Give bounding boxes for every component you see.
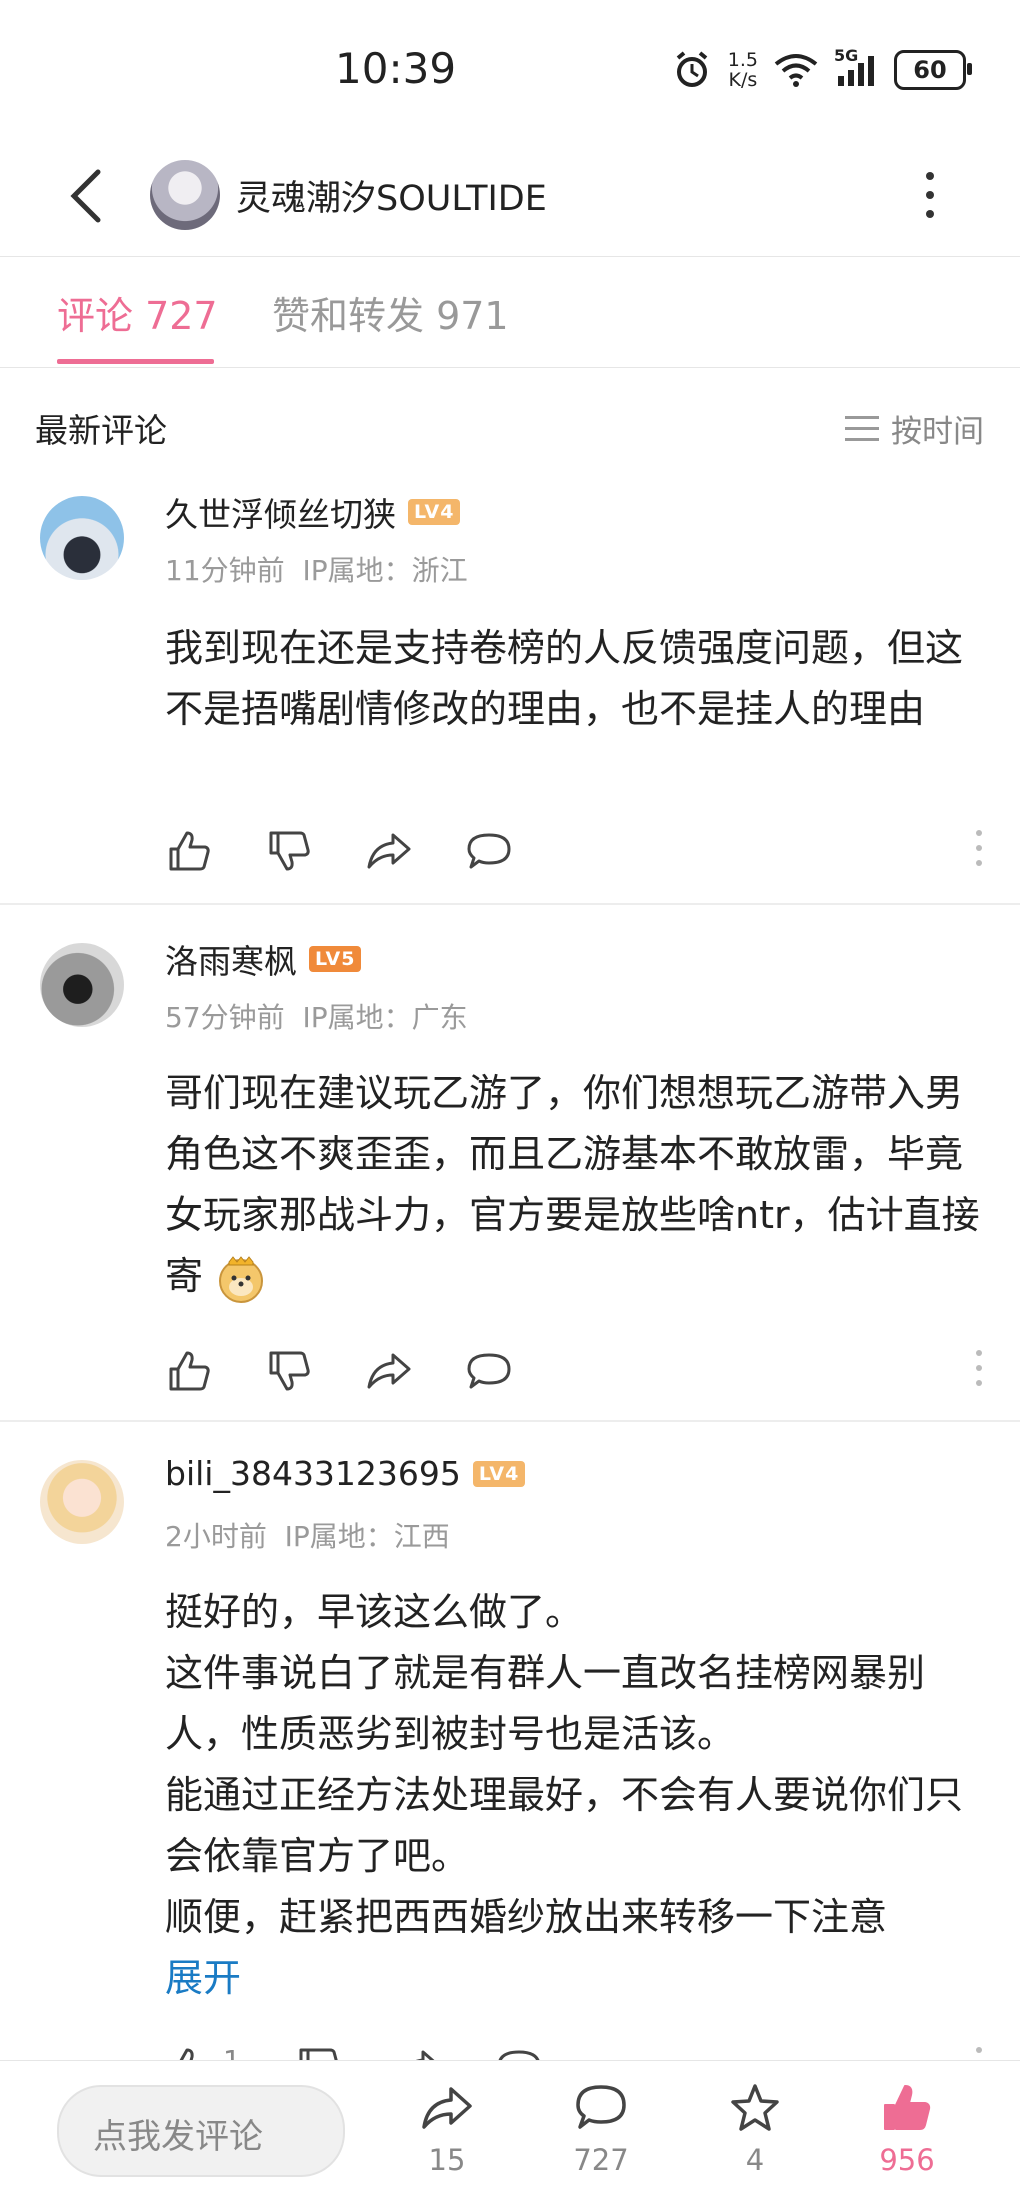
- comment-time: 2小时前: [165, 1520, 267, 1553]
- more-vertical-icon: [973, 830, 985, 866]
- comment-location: IP属地：浙江: [302, 554, 468, 587]
- avatar[interactable]: [40, 496, 124, 580]
- like-action[interactable]: 956: [852, 2081, 962, 2177]
- comment-text: 哥们现在建议玩乙游了，你们想想玩乙游带入男角色这不爽歪歪，而且乙游基本不敢放雷，…: [165, 1063, 985, 1307]
- section-title: 最新评论: [35, 411, 167, 450]
- like-count: 956: [879, 2143, 935, 2177]
- thumb-down-icon: [269, 1351, 310, 1391]
- level-badge: LV4: [472, 1460, 526, 1487]
- comment-actions: [165, 1347, 985, 1397]
- comment-text-body: 哥们现在建议玩乙游了，你们想想玩乙游带入男角色这不爽歪歪，而且乙游基本不敢放雷，…: [165, 1071, 980, 1298]
- expand-link[interactable]: 展开: [165, 1948, 985, 2009]
- wifi-icon: [774, 54, 818, 87]
- more-vertical-icon: [915, 172, 945, 218]
- tab-bar: 评论 727 赞和转发 971: [0, 257, 1020, 368]
- comment-item: 久世浮倾丝切狭 LV4 11分钟前 IP属地：浙江 我到现在还是支持卷榜的人反馈…: [0, 470, 1020, 905]
- account-avatar[interactable]: [150, 160, 220, 230]
- avatar[interactable]: [40, 1460, 124, 1544]
- share-action[interactable]: 15: [392, 2081, 502, 2177]
- signal-icon: 5G: [834, 46, 878, 88]
- comment-action[interactable]: 727: [546, 2081, 656, 2177]
- more-vertical-icon: [973, 1350, 985, 1386]
- comment-user[interactable]: 洛雨寒枫 LV5: [165, 935, 362, 983]
- share-arrow-icon: [367, 833, 411, 869]
- comment-line: 这件事说白了就是有群人一直改名挂榜网暴别人，性质恶劣到被封号也是活该。: [165, 1651, 926, 1756]
- comment-actions: [165, 827, 985, 877]
- comment-line: 能通过正经方法处理最好，不会有人要说你们只会依靠官方了吧。: [165, 1773, 964, 1878]
- share-arrow-icon: [422, 2087, 472, 2129]
- doge-emoji-icon: [219, 1255, 264, 1303]
- comment-user[interactable]: 久世浮倾丝切狭 LV4: [165, 488, 461, 536]
- status-icons: 1.5 K/s 5G 60: [672, 46, 972, 90]
- username[interactable]: 洛雨寒枫: [165, 935, 297, 983]
- share-button[interactable]: [365, 827, 413, 875]
- share-count: 15: [428, 2143, 466, 2177]
- reply-button[interactable]: [465, 1347, 513, 1395]
- thumb-up-icon: [169, 831, 210, 871]
- comment-item: 洛雨寒枫 LV5 57分钟前 IP属地：广东 哥们现在建议玩乙游了，你们想想玩乙…: [0, 905, 1020, 1422]
- like-button[interactable]: [165, 827, 213, 875]
- back-button[interactable]: [60, 166, 120, 226]
- comment-text: 我到现在还是支持卷榜的人反馈强度问题，但这不是捂嘴剧情修改的理由，也不是挂人的理…: [165, 626, 964, 731]
- alarm-icon: [676, 51, 708, 87]
- star-icon: [731, 2084, 779, 2131]
- tab-likes-reposts[interactable]: 赞和转发 971: [272, 285, 509, 340]
- comment-input[interactable]: 点我发评论: [57, 2085, 345, 2177]
- active-tab-indicator: [57, 359, 214, 364]
- share-button[interactable]: [365, 1347, 413, 1395]
- comment-item: bili_38433123695 LV4 2小时前 IP属地：江西 挺好的，早该…: [0, 1422, 1020, 2062]
- header: 灵魂潮汐SOULTIDE: [0, 140, 1020, 257]
- speech-bubble-icon: [467, 833, 511, 869]
- comment-meta: 11分钟前 IP属地：浙江: [165, 549, 468, 589]
- username[interactable]: 久世浮倾丝切狭: [165, 488, 396, 536]
- comment-more-button[interactable]: [973, 827, 985, 875]
- avatar[interactable]: [40, 943, 124, 1027]
- comment-user[interactable]: bili_38433123695 LV4: [165, 1454, 526, 1493]
- favorite-count: 4: [745, 2143, 765, 2177]
- reply-button[interactable]: [465, 827, 513, 875]
- account-name[interactable]: 灵魂潮汐SOULTIDE: [236, 170, 547, 221]
- like-button[interactable]: [165, 1347, 213, 1395]
- sort-button[interactable]: 按时间: [845, 406, 984, 451]
- dislike-button[interactable]: [265, 1347, 313, 1395]
- comment-time: 57分钟前: [165, 1001, 285, 1034]
- comment-line: 顺便，赶紧把西西婚纱放出来转移一下注意: [165, 1895, 888, 1939]
- sort-label: 按时间: [891, 414, 984, 450]
- username[interactable]: bili_38433123695: [165, 1454, 461, 1493]
- back-arrow-icon: [70, 169, 101, 223]
- comment-input-placeholder: 点我发评论: [93, 2117, 263, 2157]
- comments-section-header: 最新评论 按时间: [0, 368, 1020, 468]
- speech-bubble-icon: [467, 1353, 511, 1389]
- comment-location: IP属地：广东: [302, 1001, 468, 1034]
- status-time: 10:39: [335, 44, 457, 93]
- thumb-up-icon: [169, 1351, 210, 1391]
- speed-value: 1.5: [727, 49, 758, 71]
- share-arrow-icon: [367, 1353, 411, 1389]
- thumb-down-icon: [269, 831, 310, 871]
- tab-comments[interactable]: 评论 727: [57, 285, 218, 340]
- comment-line: 挺好的，早该这么做了。: [165, 1590, 584, 1634]
- favorite-action[interactable]: 4: [700, 2081, 810, 2177]
- more-options-button[interactable]: [915, 164, 945, 230]
- bottom-action-bar: 点我发评论 15 727 4 956: [0, 2060, 1020, 2211]
- dislike-button[interactable]: [265, 827, 313, 875]
- speech-bubble-icon: [576, 2085, 626, 2129]
- comment-time: 11分钟前: [165, 554, 285, 587]
- network-speed: 1.5 K/s: [728, 50, 758, 90]
- status-bar: 10:39 1.5 K/s 5G 60: [0, 0, 1020, 140]
- comment-location: IP属地：江西: [284, 1520, 450, 1553]
- level-badge: LV4: [408, 499, 461, 525]
- battery-indicator: 60: [894, 50, 972, 90]
- sort-lines-icon: [845, 415, 879, 442]
- comment-meta: 57分钟前 IP属地：广东: [165, 996, 468, 1036]
- thumb-up-icon: [884, 2085, 931, 2130]
- speed-unit: K/s: [728, 69, 758, 91]
- battery-level: 60: [913, 56, 947, 84]
- comment-meta: 2小时前 IP属地：江西: [165, 1515, 450, 1555]
- comment-more-button[interactable]: [973, 1347, 985, 1395]
- comment-count: 727: [573, 2143, 629, 2177]
- level-badge: LV5: [309, 946, 362, 972]
- comment-text: 挺好的，早该这么做了。 这件事说白了就是有群人一直改名挂榜网暴别人，性质恶劣到被…: [165, 1582, 985, 2009]
